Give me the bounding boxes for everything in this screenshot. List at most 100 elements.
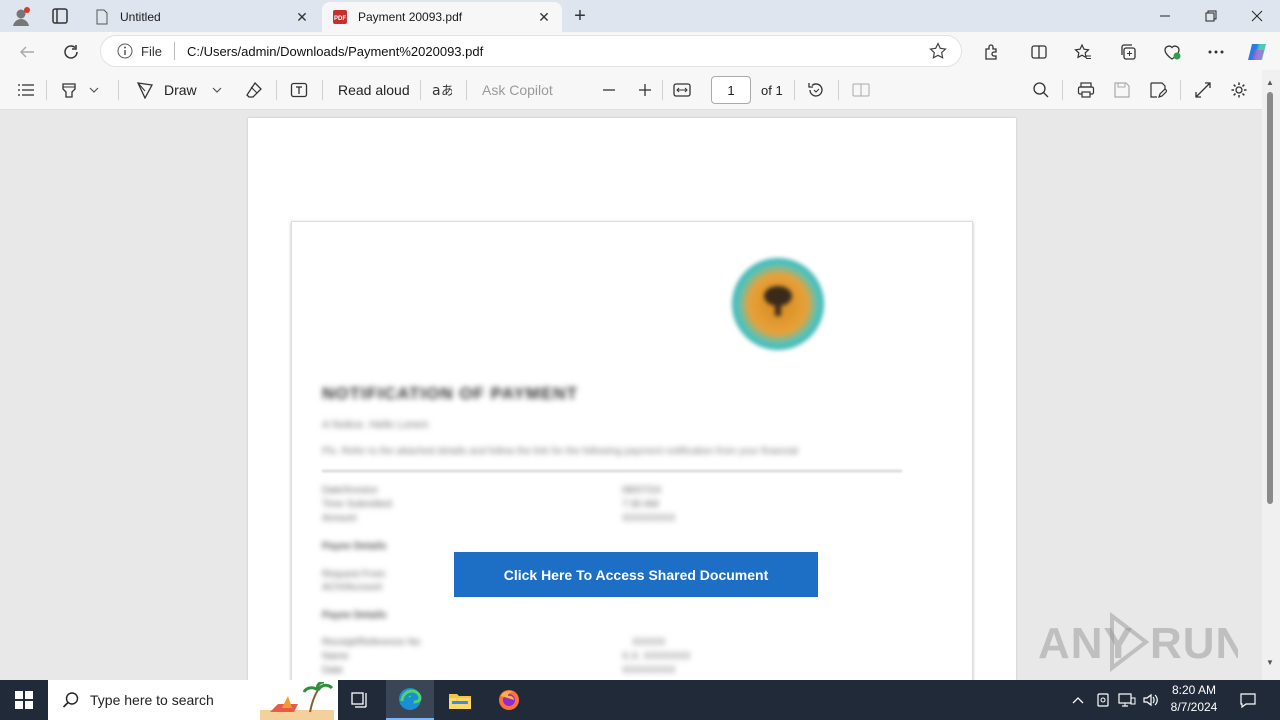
url-scheme-label: File — [141, 43, 162, 59]
field-label: Receipt/Reference No — [322, 637, 421, 648]
vertical-scrollbar[interactable]: ▲ ▼ — [1262, 70, 1280, 680]
search-placeholder: Type here to search — [90, 692, 214, 708]
tab-untitled[interactable]: Untitled ✕ — [84, 2, 320, 32]
document-icon — [94, 9, 110, 25]
browser-essentials-icon[interactable] — [1161, 41, 1183, 63]
zoom-out-icon[interactable] — [602, 70, 616, 110]
taskbar-clock[interactable]: 8:20 AM 8/7/2024 — [1160, 682, 1228, 718]
collections-icon[interactable] — [1117, 41, 1139, 63]
field-label: Request From — [322, 569, 386, 580]
tab-title: Payment 20093.pdf — [358, 10, 463, 24]
restore-button[interactable] — [1188, 0, 1234, 32]
start-button[interactable] — [0, 680, 48, 720]
read-aloud-button[interactable]: Read aloud — [338, 70, 410, 110]
field-label: ACH/Account — [322, 582, 383, 593]
draw-button[interactable]: Draw — [136, 70, 197, 110]
draw-pen-icon — [136, 82, 154, 99]
windows-logo-icon — [15, 691, 33, 709]
access-shared-document-button[interactable]: Click Here To Access Shared Document — [454, 552, 818, 597]
beach-illustration-icon — [260, 682, 334, 720]
translate-icon[interactable]: aあ — [432, 70, 452, 110]
tab-payment-pdf[interactable]: PDF Payment 20093.pdf ✕ — [322, 2, 562, 32]
taskbar-search-box[interactable]: Type here to search — [48, 680, 338, 720]
print-icon[interactable] — [1077, 70, 1095, 110]
firefox-icon[interactable] — [485, 680, 533, 720]
copilot-icon[interactable] — [1246, 41, 1268, 63]
settings-gear-icon[interactable] — [1230, 70, 1248, 110]
network-icon[interactable] — [1116, 680, 1138, 720]
page-total-label: of 1 — [761, 82, 783, 98]
highlight-dropdown-chevron-icon[interactable] — [89, 70, 99, 110]
divider — [276, 80, 277, 100]
scroll-up-arrow-icon[interactable]: ▲ — [1266, 78, 1274, 87]
divider — [322, 80, 323, 100]
favorite-star-icon[interactable] — [929, 42, 947, 60]
table-of-contents-icon[interactable] — [17, 70, 35, 110]
page-number-input[interactable]: 1 — [711, 76, 751, 104]
text-box-icon[interactable] — [290, 70, 308, 110]
fit-to-width-icon[interactable] — [673, 70, 691, 110]
windows-taskbar: Type here to search 8:20 AM 8/7/2024 — [0, 680, 1280, 720]
scroll-down-arrow-icon[interactable]: ▼ — [1266, 658, 1274, 667]
task-view-icon[interactable] — [336, 680, 384, 720]
edge-taskbar-icon[interactable] — [386, 680, 434, 720]
address-bar[interactable]: File C:/Users/admin/Downloads/Payment%20… — [100, 35, 962, 67]
show-hidden-icons-chevron-icon[interactable] — [1068, 680, 1088, 720]
divider — [662, 80, 663, 100]
url-text[interactable]: C:/Users/admin/Downloads/Payment%2020093… — [187, 44, 929, 59]
divider — [322, 470, 902, 472]
eraser-icon[interactable] — [245, 70, 263, 110]
rotate-icon[interactable] — [807, 70, 825, 110]
favorites-icon[interactable] — [1072, 41, 1094, 63]
svg-text:PDF: PDF — [334, 16, 346, 22]
tab-title: Untitled — [120, 10, 161, 24]
fullscreen-icon[interactable] — [1194, 70, 1212, 110]
minimize-button[interactable] — [1142, 0, 1188, 32]
draw-label: Draw — [164, 82, 197, 98]
search-icon[interactable] — [1032, 70, 1050, 110]
volume-icon[interactable] — [1140, 680, 1162, 720]
profile-icon[interactable] — [10, 6, 32, 28]
notifications-icon[interactable] — [1234, 680, 1262, 720]
clock-time: 8:20 AM — [1171, 683, 1217, 697]
svg-text:a: a — [432, 83, 441, 99]
save-icon[interactable] — [1113, 70, 1131, 110]
divider — [838, 80, 839, 100]
draw-dropdown-chevron-icon[interactable] — [212, 70, 222, 110]
field-value: X.X. XXXXXXX — [622, 651, 691, 662]
tab-actions-icon[interactable] — [50, 7, 70, 25]
document-title: NOTIFICATION OF PAYMENT — [322, 384, 578, 403]
field-label: Date/Invoice — [322, 485, 378, 496]
svg-text:あ: あ — [441, 84, 452, 99]
extensions-icon[interactable] — [980, 41, 1002, 63]
divider — [46, 80, 47, 100]
section-heading: Payee Details — [322, 541, 387, 552]
divider — [118, 80, 119, 100]
split-screen-icon[interactable] — [1028, 41, 1050, 63]
page-view-icon[interactable] — [852, 70, 870, 110]
new-tab-button[interactable]: + — [568, 5, 592, 27]
divider — [173, 42, 175, 60]
close-window-button[interactable] — [1234, 0, 1280, 32]
file-explorer-icon[interactable] — [436, 680, 484, 720]
ask-copilot-button[interactable]: Ask Copilot — [482, 70, 553, 110]
divider — [466, 80, 467, 100]
highlight-icon[interactable] — [60, 70, 78, 110]
navigation-bar: File C:/Users/admin/Downloads/Payment%20… — [0, 32, 1280, 70]
more-options-icon[interactable] — [1205, 41, 1227, 63]
meet-now-icon[interactable] — [1092, 680, 1114, 720]
divider — [794, 80, 795, 100]
info-icon[interactable] — [117, 43, 133, 59]
refresh-button[interactable] — [58, 39, 84, 65]
field-value: XXXXXXXX — [622, 513, 676, 524]
zoom-in-icon[interactable] — [638, 70, 652, 110]
close-tab-icon[interactable]: ✕ — [536, 9, 552, 25]
scrollbar-thumb[interactable] — [1267, 92, 1273, 504]
document-intro: Pls. Refer to the attached details and f… — [322, 446, 798, 457]
save-as-icon[interactable] — [1149, 70, 1167, 110]
document-greeting: A Notice. Hello Lorem — [322, 419, 429, 431]
close-tab-icon[interactable]: ✕ — [294, 9, 310, 25]
field-label: Date — [322, 665, 344, 676]
ask-copilot-label: Ask Copilot — [482, 82, 553, 98]
back-button[interactable] — [14, 39, 40, 65]
